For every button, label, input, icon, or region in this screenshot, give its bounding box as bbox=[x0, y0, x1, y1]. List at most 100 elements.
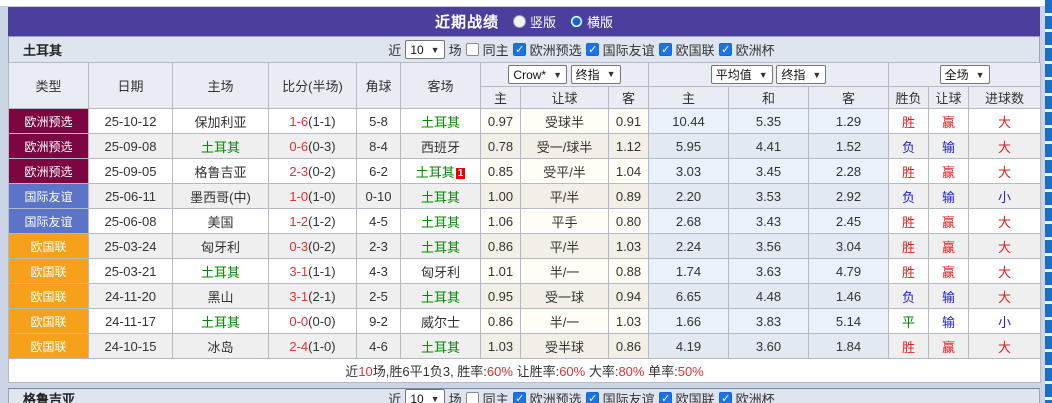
home-team[interactable]: 冰岛 bbox=[173, 334, 269, 359]
avg-away-odds: 4.79 bbox=[809, 259, 889, 284]
col-header-handicap-result: 让球 bbox=[929, 87, 969, 109]
avg-draw-odds: 3.43 bbox=[729, 209, 809, 234]
radio-icon[interactable] bbox=[513, 15, 526, 28]
away-team[interactable]: 匈牙利 bbox=[401, 259, 481, 284]
avg-away-odds: 1.29 bbox=[809, 109, 889, 134]
avg-source-select[interactable]: 平均值 ▼ bbox=[711, 65, 773, 84]
match-type-badge: 国际友谊 bbox=[9, 209, 89, 234]
table-row: 欧国联 25-03-21 土耳其 3-1(1-1) 4-3 匈牙利 1.01 半… bbox=[9, 259, 1041, 284]
scrollbar[interactable] bbox=[1045, 0, 1052, 403]
radio-horizontal-layout[interactable]: 横版 bbox=[570, 12, 613, 31]
match-date: 25-03-21 bbox=[89, 259, 173, 284]
home-team[interactable]: 匈牙利 bbox=[173, 234, 269, 259]
crow-home-odds: 0.85 bbox=[481, 159, 521, 184]
table-row: 国际友谊 25-06-08 美国 1-2(1-2) 4-5 土耳其 1.06 平… bbox=[9, 209, 1041, 234]
away-team[interactable]: 西班牙 bbox=[401, 134, 481, 159]
radio-horizontal-label[interactable]: 横版 bbox=[587, 12, 613, 31]
col-header-avg-draw: 和 bbox=[729, 87, 809, 109]
radio-vertical-label[interactable]: 竖版 bbox=[530, 12, 556, 31]
home-team[interactable]: 土耳其 bbox=[173, 309, 269, 334]
crow-away-odds: 1.12 bbox=[609, 134, 649, 159]
title-bar: 近期战绩 竖版 横版 bbox=[8, 7, 1040, 36]
goals-result-cell: 小 bbox=[969, 184, 1041, 209]
match-type-badge: 欧洲预选 bbox=[9, 134, 89, 159]
away-team[interactable]: 土耳其 bbox=[401, 184, 481, 209]
league-checkbox-nations[interactable] bbox=[659, 43, 672, 56]
league-checkbox-euro-qual[interactable] bbox=[513, 43, 526, 56]
league-checkbox-nations[interactable] bbox=[659, 392, 672, 403]
corner-score: 4-5 bbox=[357, 209, 401, 234]
away-team[interactable]: 土耳其 bbox=[401, 334, 481, 359]
corner-score: 5-8 bbox=[357, 109, 401, 134]
home-team[interactable]: 土耳其 bbox=[173, 134, 269, 159]
avg-away-odds: 5.14 bbox=[809, 309, 889, 334]
league-checkbox-friendly[interactable] bbox=[586, 392, 599, 403]
table-row: 欧国联 24-11-17 土耳其 0-0(0-0) 9-2 威尔士 0.86 半… bbox=[9, 309, 1041, 334]
same-home-checkbox[interactable] bbox=[466, 392, 479, 403]
home-team[interactable]: 保加利亚 bbox=[173, 109, 269, 134]
away-team[interactable]: 土耳其 bbox=[401, 284, 481, 309]
result-cell: 平 bbox=[889, 309, 929, 334]
avg-draw-odds: 3.63 bbox=[729, 259, 809, 284]
home-team[interactable]: 黑山 bbox=[173, 284, 269, 309]
away-team[interactable]: 土耳其 bbox=[401, 234, 481, 259]
match-type-badge: 欧洲预选 bbox=[9, 109, 89, 134]
league-checkbox-friendly[interactable] bbox=[586, 43, 599, 56]
corner-score: 4-3 bbox=[357, 259, 401, 284]
avg-home-odds: 4.19 bbox=[649, 334, 729, 359]
table-row: 欧洲预选 25-09-05 格鲁吉亚 2-3(0-2) 6-2 土耳其1 0.8… bbox=[9, 159, 1041, 184]
scope-group-header: 全场 ▼ bbox=[889, 63, 1041, 87]
match-count-select[interactable]: 10 ▼ bbox=[405, 389, 444, 403]
away-team[interactable]: 土耳其1 bbox=[401, 159, 481, 184]
top-strip bbox=[0, 0, 1052, 7]
crow-away-odds: 0.94 bbox=[609, 284, 649, 309]
score: 1-6(1-1) bbox=[269, 109, 357, 134]
result-cell: 胜 bbox=[889, 159, 929, 184]
crow-home-odds: 0.97 bbox=[481, 109, 521, 134]
league-checkbox-eurocup[interactable] bbox=[719, 43, 732, 56]
goals-result-cell: 大 bbox=[969, 234, 1041, 259]
match-date: 25-03-24 bbox=[89, 234, 173, 259]
radio-selected-icon[interactable] bbox=[570, 15, 583, 28]
away-team[interactable]: 威尔士 bbox=[401, 309, 481, 334]
match-date: 25-09-08 bbox=[89, 134, 173, 159]
handicap-result-cell: 输 bbox=[929, 134, 969, 159]
radio-vertical-layout[interactable]: 竖版 bbox=[513, 12, 556, 31]
avg-stage-select[interactable]: 终指 ▼ bbox=[776, 65, 826, 84]
home-team[interactable]: 墨西哥(中) bbox=[173, 184, 269, 209]
avg-home-odds: 2.20 bbox=[649, 184, 729, 209]
league-checkbox-euro-qual[interactable] bbox=[513, 392, 526, 403]
same-home-checkbox[interactable] bbox=[466, 43, 479, 56]
league-checkbox-eurocup[interactable] bbox=[719, 392, 732, 403]
scope-select[interactable]: 全场 ▼ bbox=[940, 65, 990, 84]
summary-bar: 近10场,胜6平1负3, 胜率:60% 让胜率:60% 大率:80% 单率:50… bbox=[9, 359, 1041, 383]
away-team[interactable]: 土耳其 bbox=[401, 209, 481, 234]
away-team[interactable]: 土耳其 bbox=[401, 109, 481, 134]
match-date: 25-09-05 bbox=[89, 159, 173, 184]
col-header-score: 比分(半场) bbox=[269, 63, 357, 109]
home-team[interactable]: 格鲁吉亚 bbox=[173, 159, 269, 184]
odds-stage-select[interactable]: 终指 ▼ bbox=[571, 65, 621, 84]
match-type-badge: 欧国联 bbox=[9, 284, 89, 309]
avg-home-odds: 6.65 bbox=[649, 284, 729, 309]
crow-away-odds: 0.89 bbox=[609, 184, 649, 209]
avg-draw-odds: 3.53 bbox=[729, 184, 809, 209]
match-count-select[interactable]: 10 ▼ bbox=[405, 40, 444, 59]
crow-handicap: 半/一 bbox=[521, 259, 609, 284]
avg-home-odds: 1.66 bbox=[649, 309, 729, 334]
handicap-result-cell: 赢 bbox=[929, 234, 969, 259]
avg-home-odds: 10.44 bbox=[649, 109, 729, 134]
table-body: 欧洲预选 25-10-12 保加利亚 1-6(1-1) 5-8 土耳其 0.97… bbox=[9, 109, 1041, 359]
score: 2-4(1-0) bbox=[269, 334, 357, 359]
score: 3-1(1-1) bbox=[269, 259, 357, 284]
league-label-euro-qual: 欧洲预选 bbox=[530, 40, 582, 59]
chevron-down-icon: ▼ bbox=[759, 70, 768, 80]
section-team-name: 土耳其 bbox=[23, 40, 62, 59]
avg-draw-odds: 5.35 bbox=[729, 109, 809, 134]
chevron-down-icon: ▼ bbox=[431, 45, 440, 55]
match-date: 25-06-11 bbox=[89, 184, 173, 209]
col-header-crow-away: 客 bbox=[609, 87, 649, 109]
odds-source-select[interactable]: Crow* ▼ bbox=[508, 65, 567, 84]
home-team[interactable]: 土耳其 bbox=[173, 259, 269, 284]
home-team[interactable]: 美国 bbox=[173, 209, 269, 234]
